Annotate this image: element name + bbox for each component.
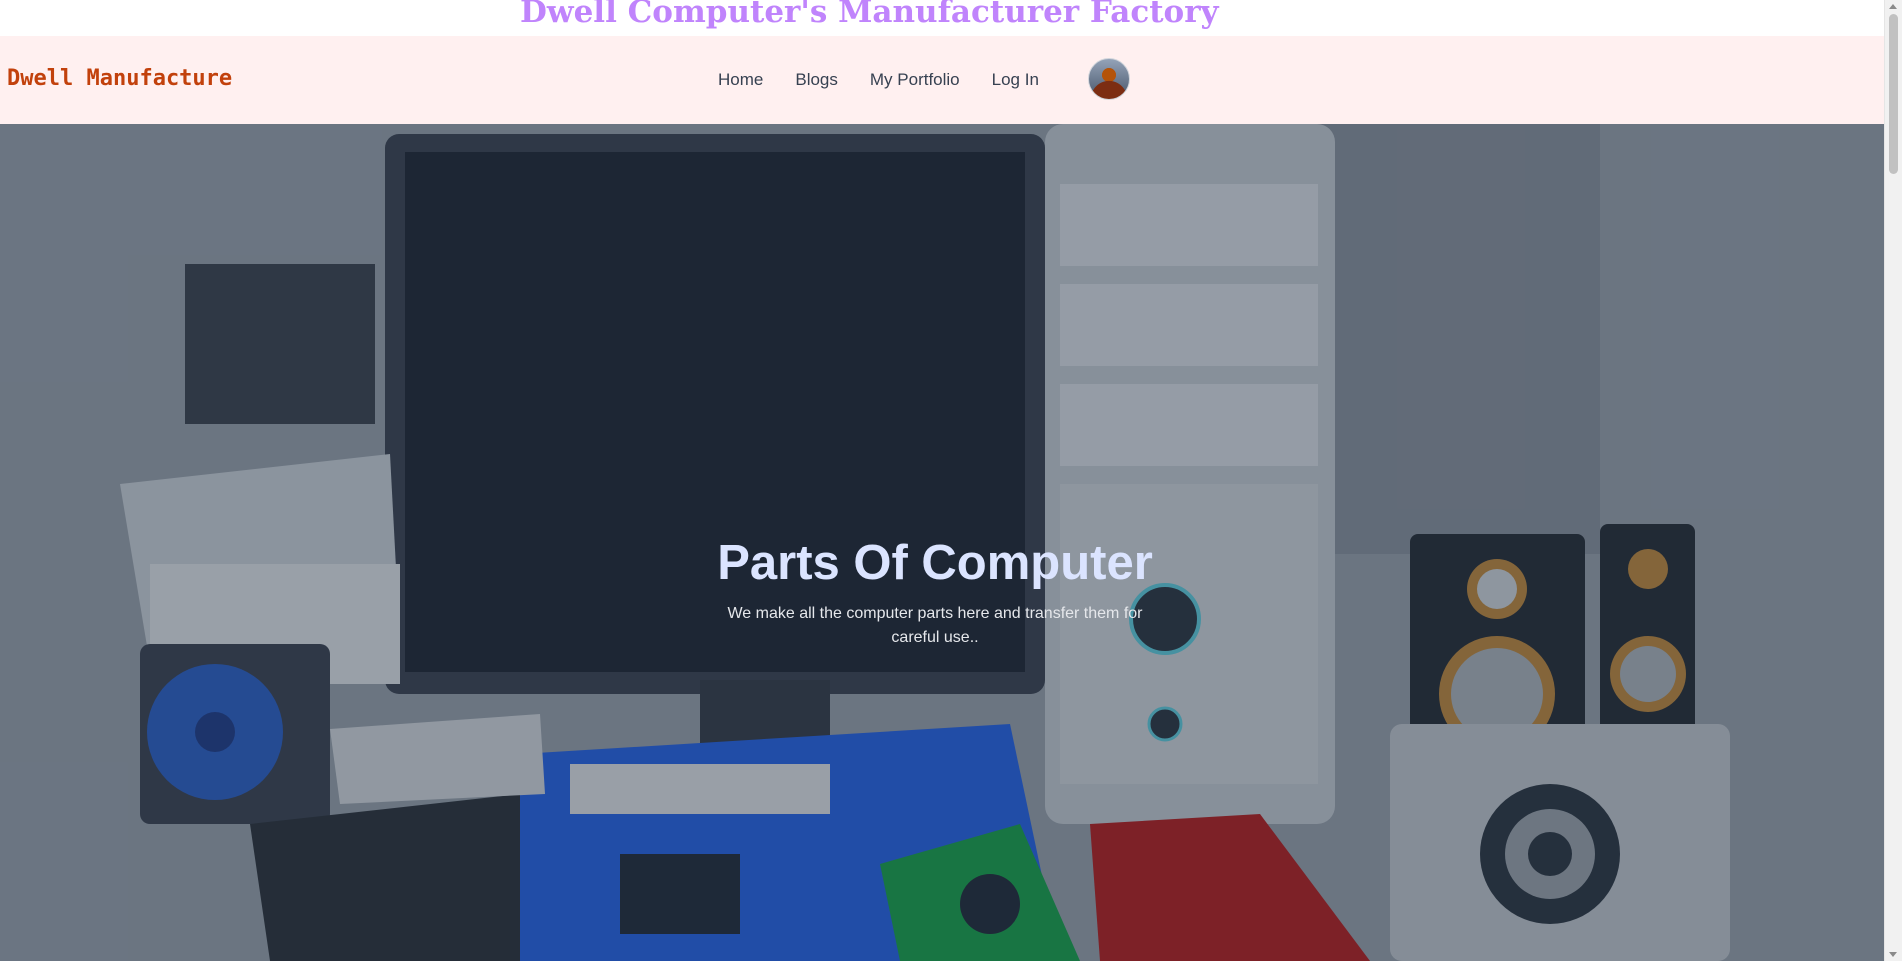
navbar: Dwell Manufacture Home Blogs My Portfoli… <box>0 36 1884 124</box>
hero-banner: Parts Of Computer We make all the comput… <box>0 124 1884 961</box>
user-avatar-icon[interactable] <box>1088 58 1130 100</box>
scrollbar-thumb[interactable] <box>1889 14 1898 174</box>
site-banner-title: Dwell Computer's Manufacturer Factory <box>520 0 1219 30</box>
hero-content: Parts Of Computer We make all the comput… <box>700 534 1170 650</box>
nav-link-blogs[interactable]: Blogs <box>795 70 838 90</box>
hero-description: We make all the computer parts here and … <box>727 605 1143 646</box>
scroll-up-icon[interactable] <box>1889 4 1897 9</box>
hero-title: Parts Of Computer <box>717 536 1153 590</box>
top-banner: Dwell Computer's Manufacturer Factory <box>0 0 1884 36</box>
scroll-down-icon[interactable] <box>1889 952 1897 957</box>
nav-link-login[interactable]: Log In <box>992 70 1039 90</box>
nav-link-portfolio[interactable]: My Portfolio <box>870 70 960 90</box>
nav-links: Home Blogs My Portfolio Log In <box>718 70 1071 90</box>
page-scrollbar[interactable] <box>1884 0 1902 961</box>
nav-link-home[interactable]: Home <box>718 70 763 90</box>
brand-logo[interactable]: Dwell Manufacture <box>7 66 232 91</box>
